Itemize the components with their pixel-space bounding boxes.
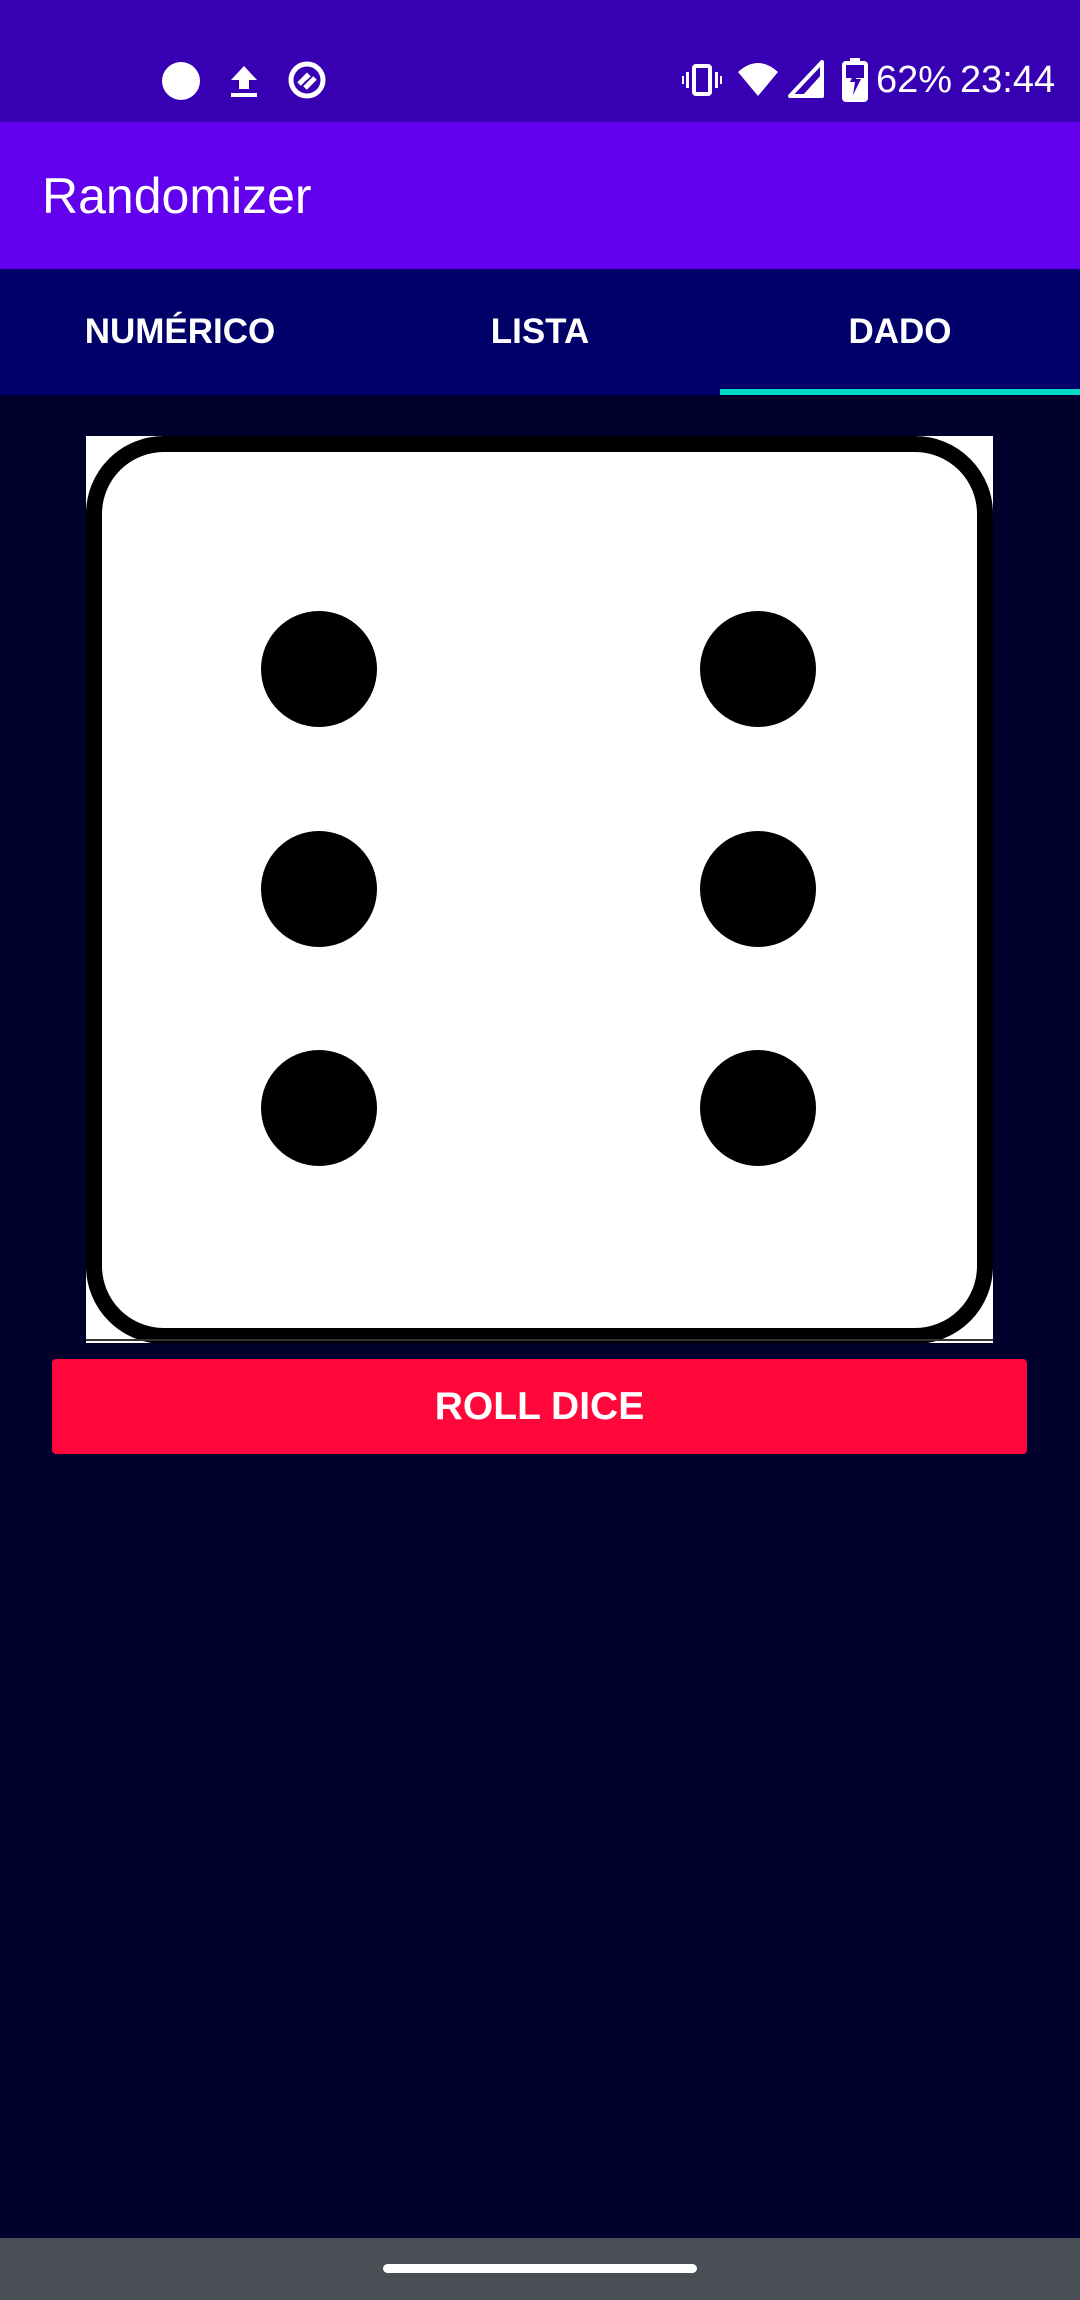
home-handle[interactable] [383,2264,697,2273]
battery-charging-icon [842,58,868,102]
tab-numerico[interactable]: NUMÉRICO [0,269,360,395]
dice-pip [261,611,377,727]
navigation-bar [0,2238,1080,2300]
battery-percent: 62% [876,59,953,101]
app-title: Randomizer [42,168,312,224]
circle-notification-icon [162,62,200,100]
dice-face-svg [86,436,993,1344]
clock: 23:44 [960,59,1056,101]
tab-label: DADO [848,312,952,351]
dice-pip [261,1050,377,1166]
vibrate-icon [682,64,722,96]
signal-icon [788,60,824,98]
app-bar: Randomizer [0,122,1080,269]
upload-icon [231,66,257,97]
roll-dice-button[interactable]: ROLL DICE [52,1359,1027,1454]
dice-pip [700,611,816,727]
dice-image [86,436,993,1344]
tab-bar: NUMÉRICO LISTA DADO [0,269,1080,395]
tab-label: LISTA [490,312,590,351]
status-bar: 62% 23:44 [0,0,1080,122]
tab-dado[interactable]: DADO [720,269,1080,395]
dice-pip [700,1050,816,1166]
tab-indicator [720,389,1080,395]
tab-lista[interactable]: LISTA [360,269,720,395]
dice-pip [700,831,816,947]
wifi-icon [738,63,778,96]
sync-icon [288,61,326,99]
tab-label: NUMÉRICO [84,312,276,351]
dice-pip [261,831,377,947]
